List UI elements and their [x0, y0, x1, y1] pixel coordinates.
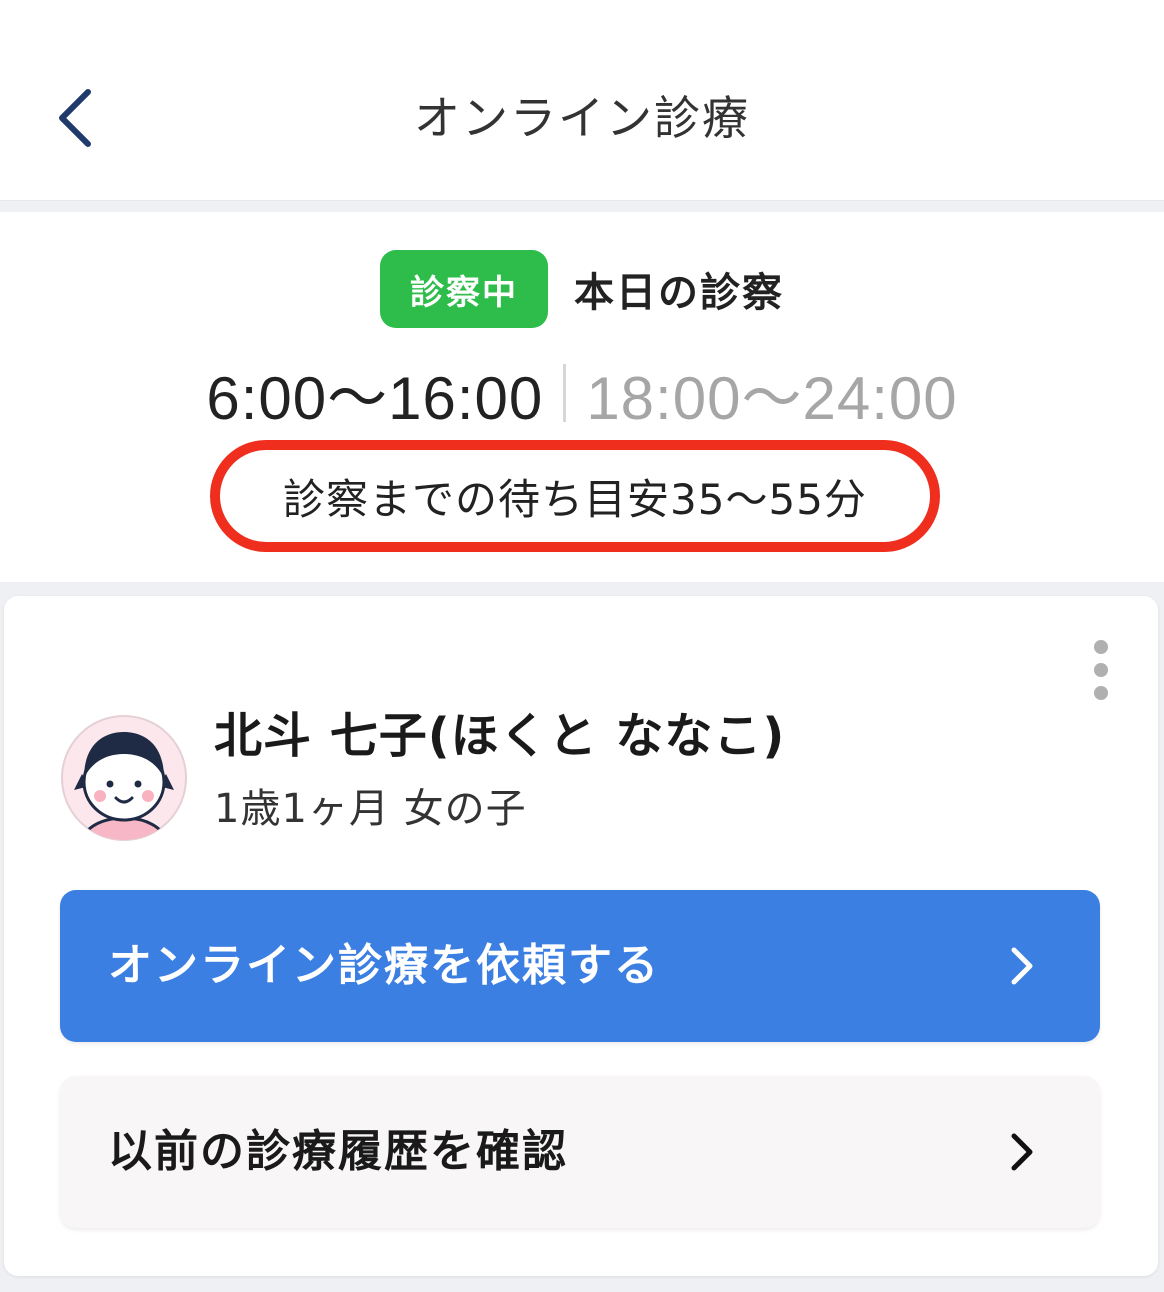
hours-row: 6:00〜16:00 18:00〜24:00 [0, 358, 1164, 432]
request-consultation-button[interactable]: オンライン診療を依頼する [60, 890, 1100, 1042]
status-badge: 診察中 [380, 250, 548, 328]
request-consultation-label: オンライン診療を依頼する [108, 940, 660, 991]
more-vertical-dot [1094, 686, 1108, 700]
patient-name: 北斗 七子(ほくと ななこ) [214, 708, 786, 764]
app-header: オンライン診療 [0, 0, 1164, 201]
wait-estimate-highlight: 診察までの待ち目安35〜55分 [210, 440, 940, 552]
status-row: 診察中 本日の診察 [0, 250, 1164, 328]
hours-active: 6:00〜16:00 [206, 364, 544, 432]
more-menu-button[interactable] [1084, 640, 1118, 710]
chevron-right-icon [1011, 947, 1033, 985]
chevron-right-icon [1011, 1133, 1033, 1171]
more-vertical-dot [1094, 663, 1108, 677]
patient-card: 北斗 七子(ほくと ななこ) 1歳1ヶ月 女の子 オンライン診療を依頼する 以前… [4, 596, 1158, 1276]
view-history-button[interactable]: 以前の診療履歴を確認 [60, 1076, 1100, 1228]
clinic-status-section: 診察中 本日の診察 6:00〜16:00 18:00〜24:00 診察までの待ち… [0, 212, 1164, 582]
patient-age-gender: 1歳1ヶ月 女の子 [214, 786, 527, 832]
hours-inactive: 18:00〜24:00 [586, 364, 958, 432]
page-title: オンライン診療 [414, 91, 750, 145]
girl-avatar-icon [60, 714, 188, 842]
status-label: 本日の診察 [574, 270, 784, 316]
hours-divider [563, 364, 567, 422]
view-history-label: 以前の診療履歴を確認 [108, 1126, 568, 1177]
wait-estimate-text: 診察までの待ち目安35〜55分 [283, 474, 867, 524]
more-vertical-icon [1094, 640, 1108, 654]
